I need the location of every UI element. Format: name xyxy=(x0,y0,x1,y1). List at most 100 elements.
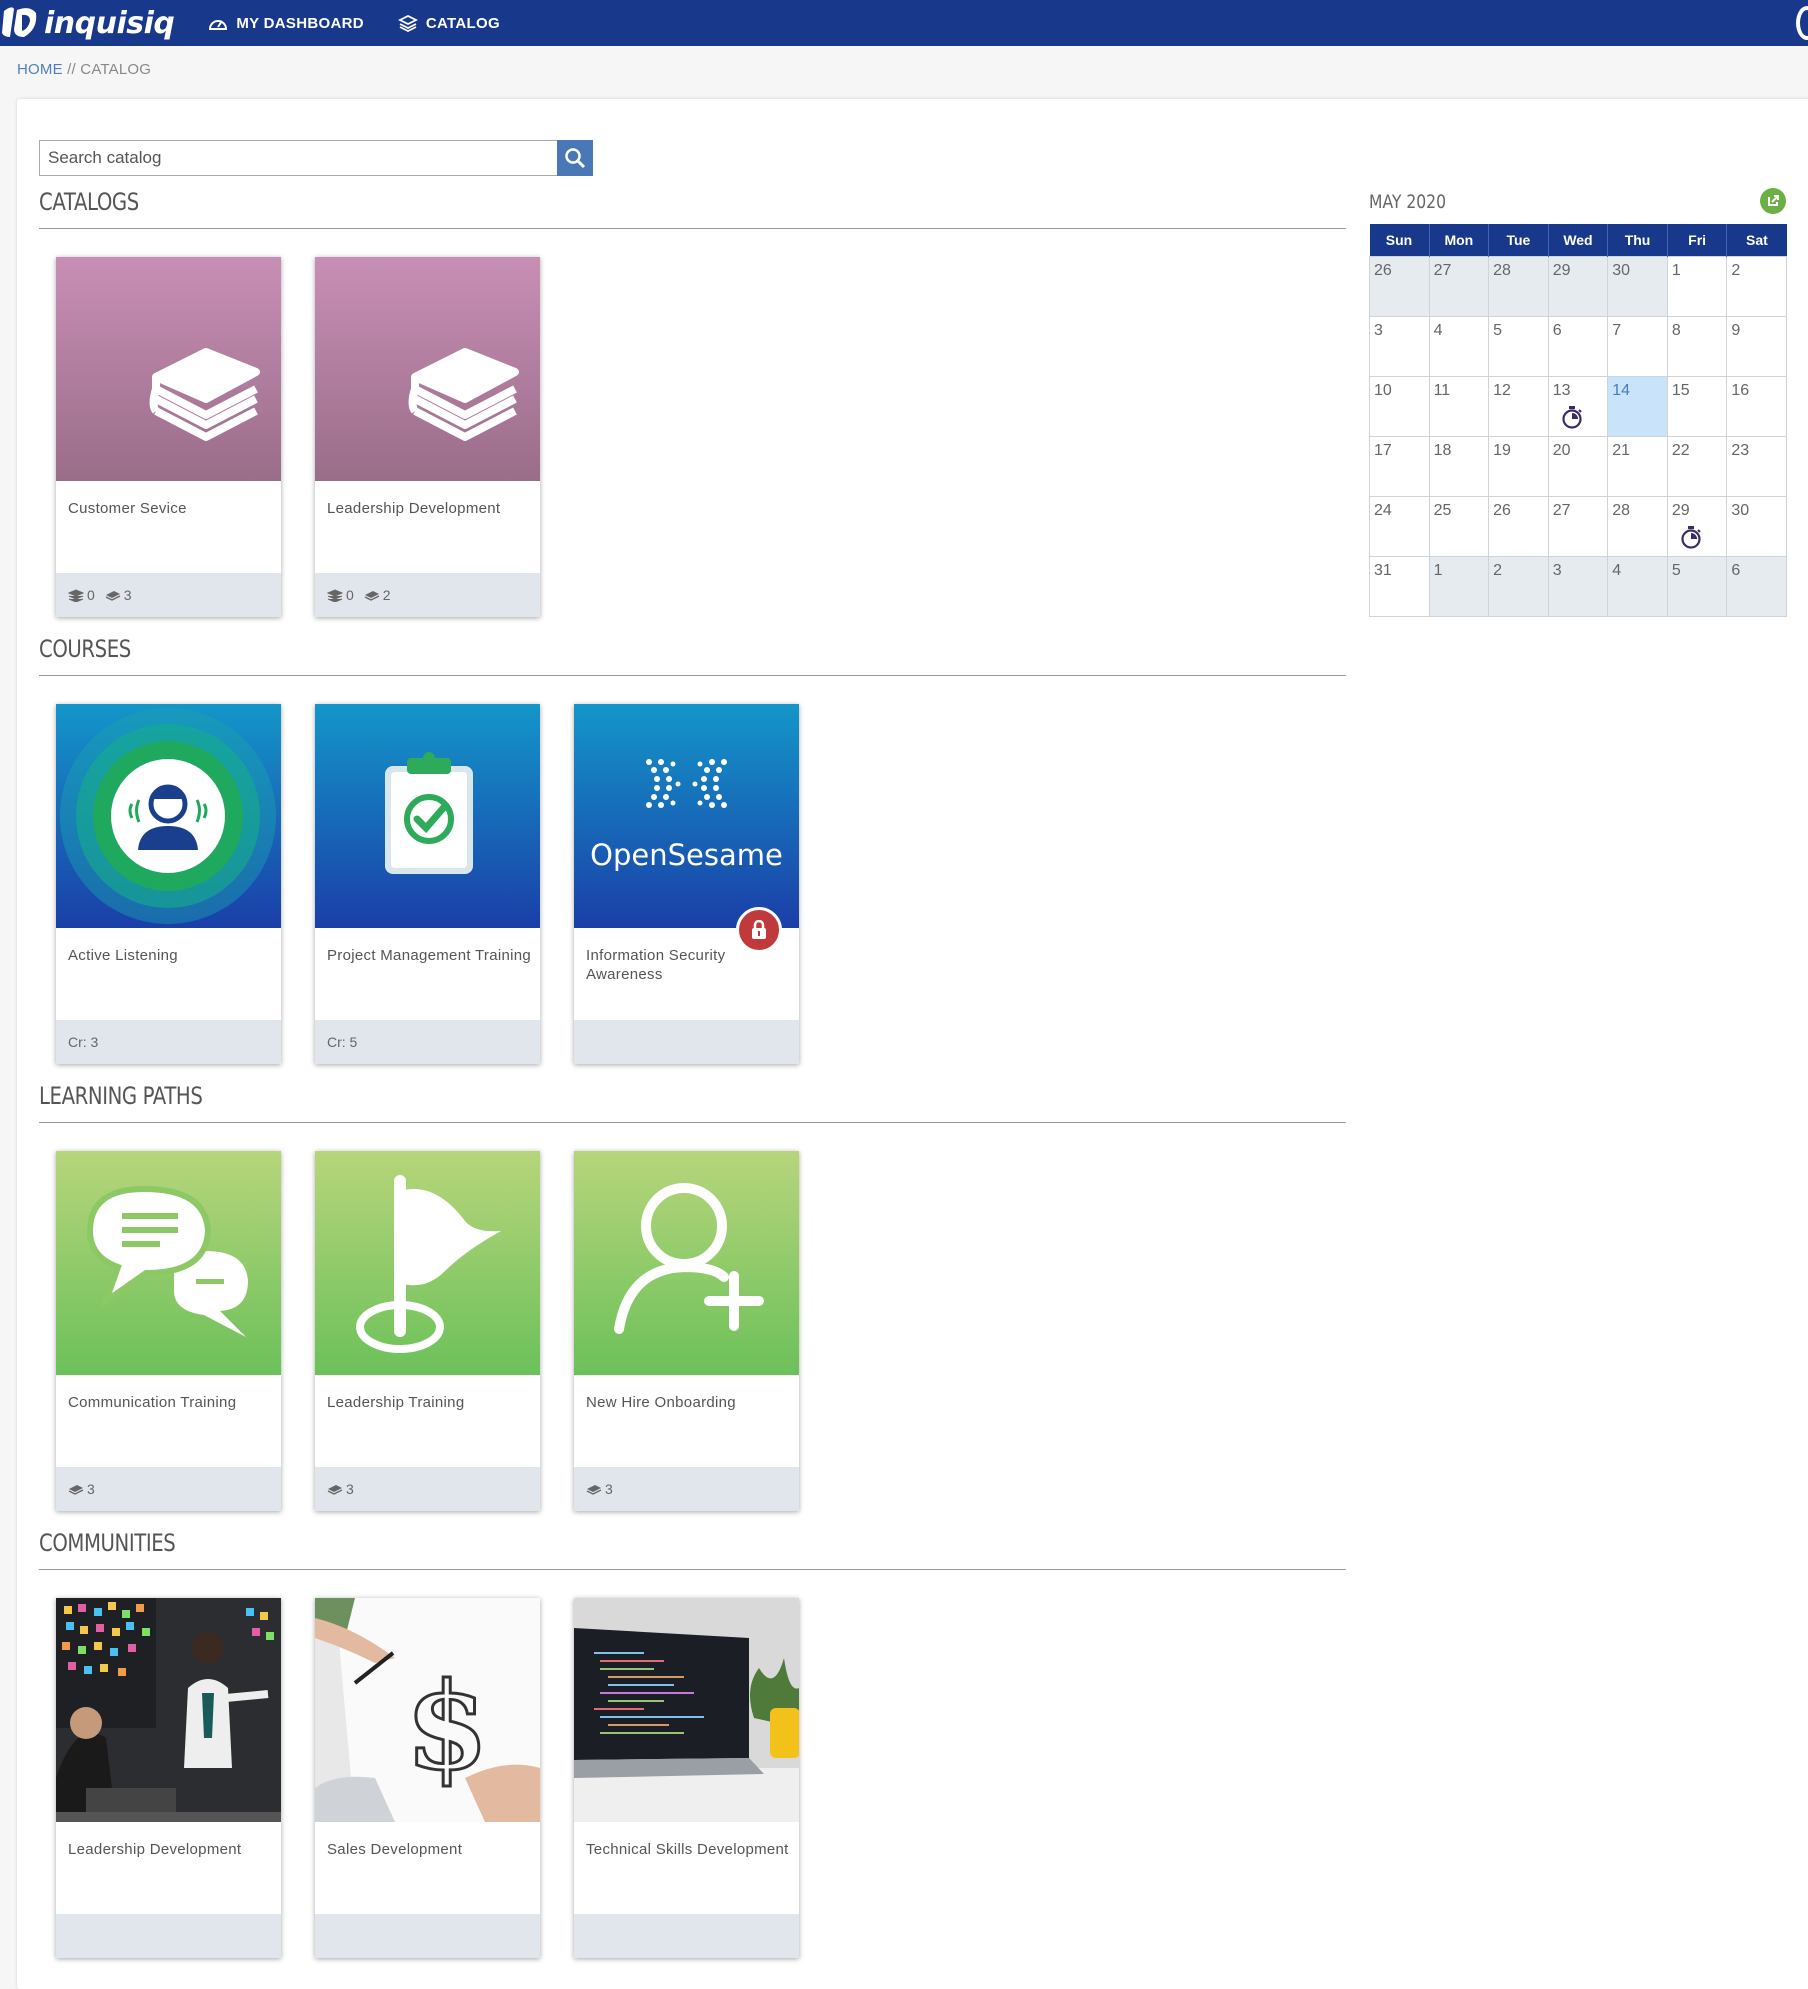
course-card[interactable]: Active Listening Cr: 3 xyxy=(56,704,281,1064)
section-divider xyxy=(39,1122,1346,1123)
search-button[interactable] xyxy=(557,140,593,176)
calendar-day-number: 29 xyxy=(1671,501,1690,519)
calendar-day-number: 6 xyxy=(1731,561,1741,579)
calendar-day-cell[interactable]: 8 xyxy=(1666,315,1728,377)
calendar-day-cell[interactable]: 17 xyxy=(1369,435,1430,497)
calendar-day-cell[interactable]: 13 xyxy=(1547,375,1609,437)
calendar-day-cell[interactable]: 19 xyxy=(1488,435,1549,497)
calendar-day-cell[interactable]: 27 xyxy=(1547,495,1609,557)
calendar-day-cell[interactable]: 5 xyxy=(1666,555,1728,617)
calendar-day-cell[interactable]: 23 xyxy=(1726,435,1787,497)
calendar-day-cell[interactable]: 2 xyxy=(1726,255,1787,317)
breadcrumb-home[interactable]: HOME xyxy=(17,61,63,78)
calendar-day-cell[interactable]: 6 xyxy=(1547,315,1609,377)
calendar-day-number: 17 xyxy=(1374,441,1392,459)
section-title-courses: COURSES xyxy=(39,635,131,663)
breadcrumb-separator: // xyxy=(62,61,81,78)
calendar-day-cell[interactable]: 29 xyxy=(1547,255,1609,317)
calendar-day-cell[interactable]: 6 xyxy=(1726,555,1787,617)
calendar-day-cell[interactable]: 27 xyxy=(1428,255,1490,317)
calendar-day-cell[interactable]: 28 xyxy=(1607,495,1668,557)
calendar-day-cell[interactable]: 22 xyxy=(1666,435,1728,497)
catalog-thumbnail xyxy=(315,257,540,481)
card-title: Sales Development xyxy=(327,1841,463,1858)
calendar-open-external-button[interactable] xyxy=(1760,188,1786,214)
stopwatch-event-icon[interactable] xyxy=(1561,405,1583,434)
community-card[interactable]: Leadership Development xyxy=(56,1598,281,1958)
section-divider xyxy=(39,675,1346,676)
calendar-day-cell[interactable]: 1 xyxy=(1428,555,1490,617)
calendar-day-cell[interactable]: 3 xyxy=(1547,555,1609,617)
books-stack-icon xyxy=(149,348,260,441)
course-count-icon xyxy=(105,591,121,601)
calendar-day-cell[interactable]: 31 xyxy=(1369,555,1430,617)
calendar-day-cell[interactable]: 29 xyxy=(1666,495,1728,557)
calendar-day-cell[interactable]: 2 xyxy=(1488,555,1549,617)
flag-icon xyxy=(356,1175,501,1353)
calendar-day-number: 2 xyxy=(1493,561,1503,579)
catalog-card[interactable]: Leadership Development 0 2 xyxy=(315,257,540,617)
calendar-day-cell[interactable]: 4 xyxy=(1607,555,1668,617)
calendar-day-cell[interactable]: 24 xyxy=(1369,495,1430,557)
calendar-day-cell[interactable]: 9 xyxy=(1726,315,1787,377)
course-card[interactable]: OpenSesame Information Security Awarenes… xyxy=(574,704,799,1064)
calendar-day-cell[interactable]: 30 xyxy=(1726,495,1787,557)
calendar-day-cell[interactable]: 20 xyxy=(1547,435,1609,497)
section-title-communities: COMMUNITIES xyxy=(39,1529,176,1557)
calendar-day-number: 8 xyxy=(1671,321,1681,339)
card-footer: 3 xyxy=(315,1467,540,1511)
calendar-day-cell[interactable]: 30 xyxy=(1607,255,1668,317)
calendar-day-cell[interactable]: 1 xyxy=(1666,255,1728,317)
calendar-day-cell[interactable]: 25 xyxy=(1428,495,1490,557)
card-footer xyxy=(315,1914,540,1958)
calendar-day-cell[interactable]: 10 xyxy=(1369,375,1430,437)
learning-path-card[interactable]: New Hire Onboarding 3 xyxy=(574,1151,799,1511)
calendar-week-row: 31 1 2 3 4 5 6 xyxy=(1369,555,1787,617)
books-stack-icon xyxy=(408,348,519,441)
calendar-weekday-header: Fri xyxy=(1666,224,1727,256)
active-listening-icon xyxy=(60,708,276,924)
community-card[interactable]: $ Sales Development xyxy=(315,1598,540,1958)
top-navigation-bar: inquisiq MY DASHBOARD CATALOG xyxy=(0,0,1808,46)
search-input[interactable] xyxy=(39,140,557,176)
community-card[interactable]: Technical Skills Development xyxy=(574,1598,799,1958)
calendar-day-cell[interactable]: 26 xyxy=(1369,255,1430,317)
user-menu-icon[interactable] xyxy=(1796,6,1808,40)
subcatalog-icon xyxy=(68,589,84,602)
learning-path-thumbnail xyxy=(574,1151,799,1375)
calendar-day-cell[interactable]: 5 xyxy=(1488,315,1549,377)
card-title: Leadership Training xyxy=(327,1394,465,1411)
add-user-icon xyxy=(614,1183,764,1334)
calendar-day-number: 3 xyxy=(1552,561,1562,579)
calendar-weekday-header: Thu xyxy=(1607,224,1668,256)
calendar-day-cell[interactable]: 14 xyxy=(1607,375,1668,437)
calendar-day-cell[interactable]: 15 xyxy=(1666,375,1728,437)
calendar-day-number: 28 xyxy=(1493,261,1511,279)
calendar-day-cell[interactable]: 16 xyxy=(1726,375,1787,437)
learning-path-card[interactable]: Leadership Training 3 xyxy=(315,1151,540,1511)
nav-my-dashboard[interactable]: MY DASHBOARD xyxy=(208,15,364,32)
calendar-day-cell[interactable]: 21 xyxy=(1607,435,1668,497)
calendar-day-cell[interactable]: 18 xyxy=(1428,435,1490,497)
calendar-day-cell[interactable]: 11 xyxy=(1428,375,1490,437)
app-logo[interactable]: inquisiq xyxy=(0,0,175,46)
course-card[interactable]: Project Management Training Cr: 5 xyxy=(315,704,540,1064)
calendar-day-cell[interactable]: 28 xyxy=(1488,255,1549,317)
calendar-day-cell[interactable]: 7 xyxy=(1607,315,1668,377)
catalog-card[interactable]: Customer Sevice 0 3 xyxy=(56,257,281,617)
calendar-day-cell[interactable]: 12 xyxy=(1488,375,1549,437)
calendar-day-cell[interactable]: 26 xyxy=(1488,495,1549,557)
course-count-icon xyxy=(364,591,380,601)
card-title: Customer Sevice xyxy=(68,500,187,517)
calendar-day-number: 30 xyxy=(1612,261,1631,279)
calendar-day-number: 31 xyxy=(1374,561,1392,579)
calendar-weekday-header: Tue xyxy=(1488,224,1549,256)
learning-path-card[interactable]: Communication Training 3 xyxy=(56,1151,281,1511)
external-link-icon xyxy=(1768,195,1779,206)
calendar-day-number: 1 xyxy=(1433,561,1443,579)
stopwatch-event-icon[interactable] xyxy=(1680,525,1702,554)
calendar-day-number: 7 xyxy=(1612,321,1622,339)
calendar-day-cell[interactable]: 3 xyxy=(1369,315,1430,377)
calendar-day-cell[interactable]: 4 xyxy=(1428,315,1490,377)
nav-catalog[interactable]: CATALOG xyxy=(397,14,500,32)
